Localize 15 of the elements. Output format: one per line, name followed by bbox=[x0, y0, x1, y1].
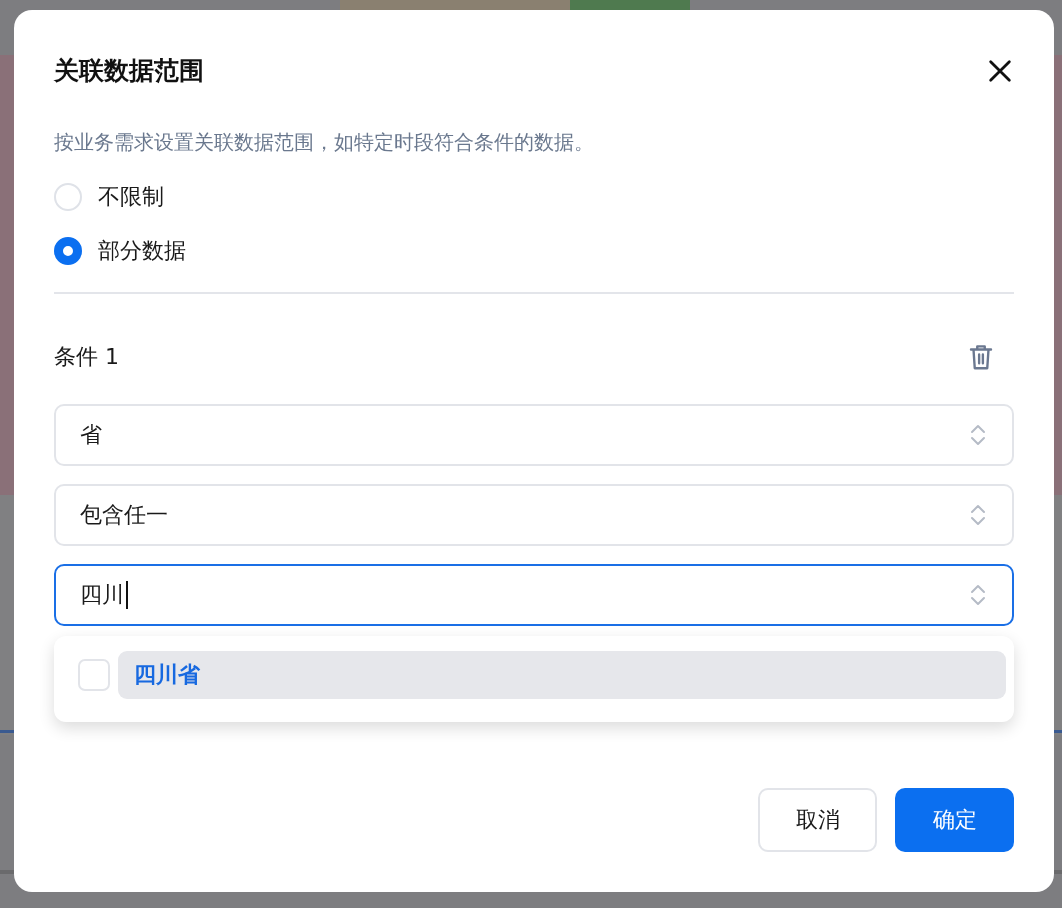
condition-label: 条件 1 bbox=[54, 343, 119, 371]
confirm-button[interactable]: 确定 bbox=[895, 788, 1014, 852]
sort-chevrons-icon bbox=[970, 423, 986, 447]
scope-radio-option[interactable]: 部分数据 bbox=[54, 236, 1014, 266]
checkbox[interactable] bbox=[78, 659, 110, 691]
dialog-description: 按业务需求设置关联数据范围，如特定时段符合条件的数据。 bbox=[54, 129, 595, 156]
cancel-button[interactable]: 取消 bbox=[758, 788, 877, 852]
operator-select[interactable]: 包含任一 bbox=[54, 484, 1014, 546]
scope-radio-option[interactable]: 不限制 bbox=[54, 182, 1014, 212]
field-select[interactable]: 省 bbox=[54, 404, 1014, 466]
dropdown-option[interactable]: 四川省 bbox=[118, 651, 1006, 699]
sort-chevrons-icon bbox=[970, 503, 986, 527]
dialog-title: 关联数据范围 bbox=[54, 55, 204, 87]
value-input[interactable]: 四川 bbox=[54, 564, 1014, 626]
sort-chevrons-icon bbox=[970, 583, 986, 607]
